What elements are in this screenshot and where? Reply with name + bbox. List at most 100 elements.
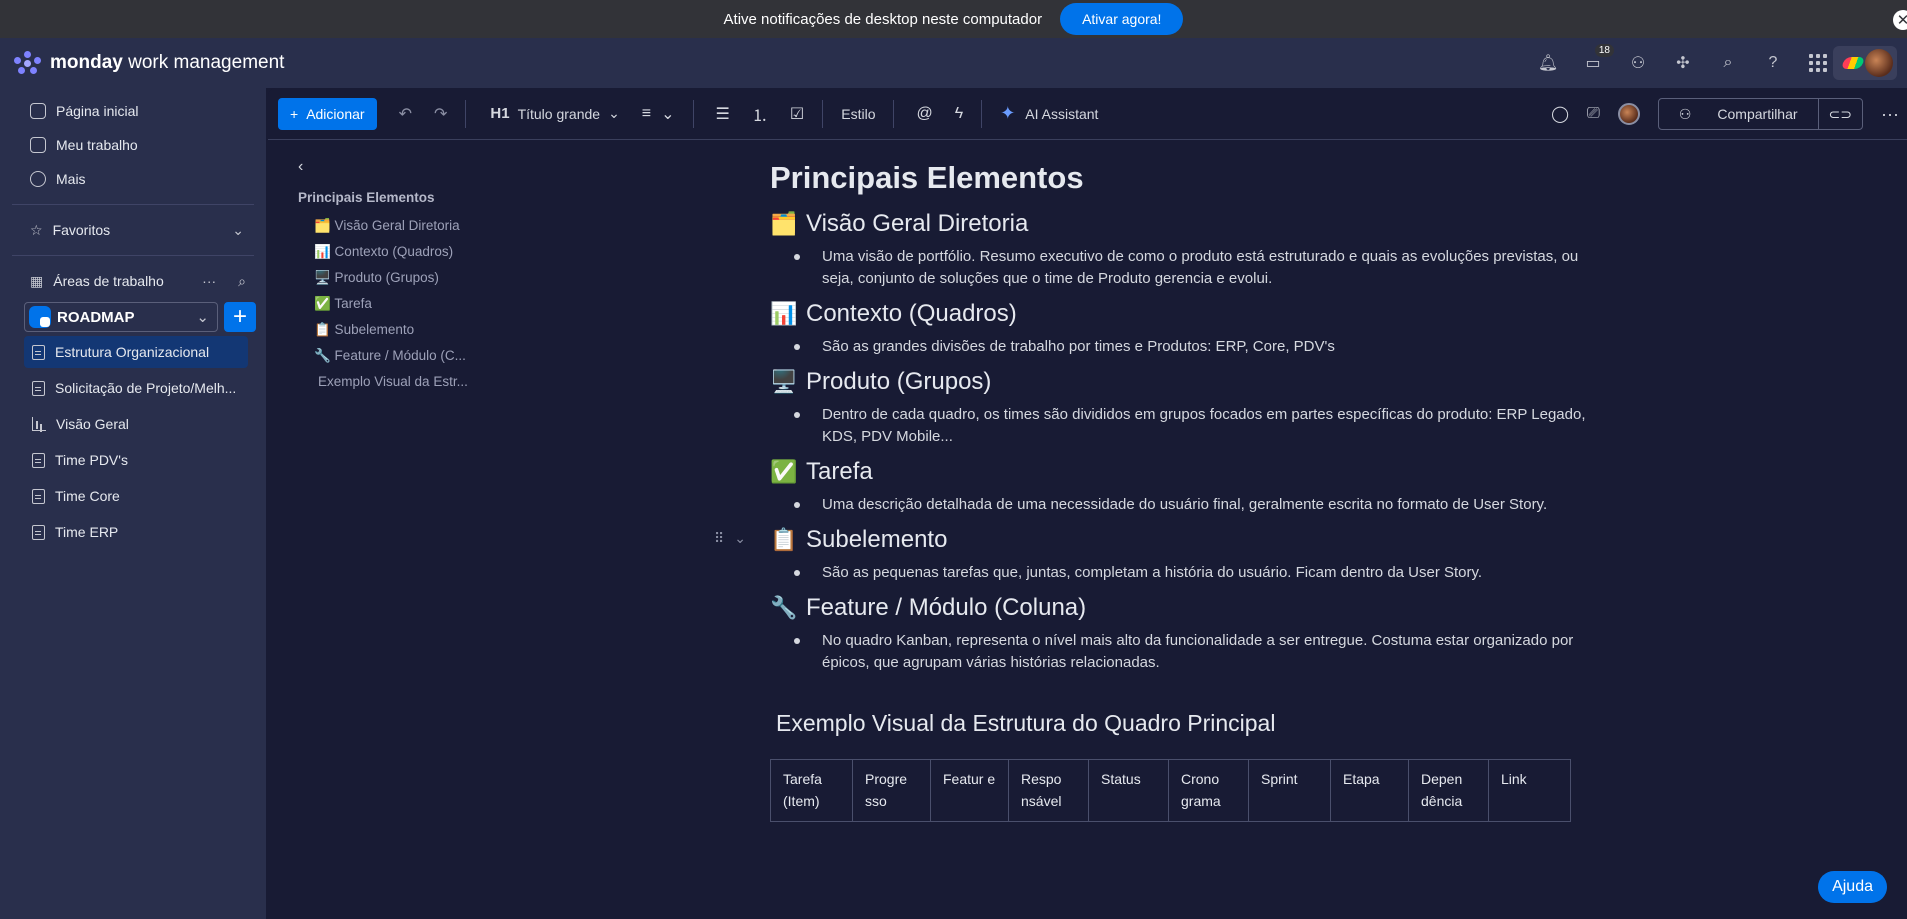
table-header-cell[interactable]: Depen dência — [1408, 759, 1489, 822]
section-heading[interactable]: 🖥️ Produto (Grupos) — [770, 364, 1630, 400]
more-options-icon[interactable]: ··· — [1881, 104, 1899, 125]
mention-icon[interactable]: @ — [916, 105, 932, 123]
help-button[interactable]: Ajuda — [1818, 871, 1887, 903]
style-button[interactable]: Estilo — [841, 106, 875, 122]
toc-item[interactable]: 🔧 Feature / Módulo (C... — [298, 343, 498, 369]
table-header-cell[interactable]: Link — [1488, 759, 1571, 822]
plus-icon: + — [290, 105, 299, 122]
list-item[interactable]: São as pequenas tarefas que, juntas, com… — [792, 562, 1592, 584]
copy-link-icon[interactable]: ⊂⊃ — [1817, 99, 1862, 129]
redo-icon[interactable]: ↷ — [434, 104, 447, 124]
example-heading[interactable]: Exemplo Visual da Estrutura do Quadro Pr… — [776, 710, 1630, 737]
close-icon[interactable]: ✕ — [1893, 10, 1907, 30]
table-header-cell[interactable]: Respo nsável — [1008, 759, 1089, 822]
board-item[interactable]: Time ERP — [24, 516, 248, 548]
toc-title[interactable]: Principais Elementos — [298, 190, 498, 205]
automation-icon[interactable]: ϟ — [955, 105, 963, 123]
avatar[interactable] — [1617, 103, 1640, 125]
logo-icon — [14, 51, 42, 75]
table-header-cell[interactable]: Progre sso — [852, 759, 931, 822]
drag-handle-icon[interactable]: ⠿⌄ — [714, 530, 756, 547]
doc-icon — [32, 344, 45, 360]
nav-more[interactable]: Mais — [0, 162, 266, 196]
search-icon[interactable]: ⌕ — [238, 273, 246, 290]
favorites-section[interactable]: ☆ Favoritos ⌄ — [0, 213, 266, 247]
add-item-button[interactable]: + — [224, 302, 256, 332]
wrench-icon: 🔧 — [770, 595, 798, 621]
list-item[interactable]: Uma descrição detalhada de uma necessida… — [792, 494, 1592, 516]
board-icon — [32, 452, 45, 468]
toc-item[interactable]: Exemplo Visual da Estr... — [298, 369, 498, 395]
comment-icon[interactable]: ◯ — [1551, 104, 1569, 124]
table-header-cell[interactable]: Tarefa (Item) — [770, 759, 853, 822]
list-item[interactable]: São as grandes divisões de trabalho por … — [792, 336, 1592, 358]
table-header-cell[interactable]: Etapa — [1330, 759, 1409, 822]
toc-item[interactable]: 📊 Contexto (Quadros) — [298, 239, 498, 265]
board-icon — [32, 488, 45, 504]
bell-icon[interactable]: 🔔︎ — [1538, 54, 1558, 72]
page-title[interactable]: Principais Elementos — [770, 160, 1630, 196]
chevron-down-icon[interactable]: ⌄ — [661, 104, 674, 124]
chevron-down-icon: ⌄ — [232, 221, 244, 238]
example-table: Tarefa (Item) Progre sso Featur e Respo … — [770, 759, 1571, 822]
undo-icon[interactable]: ↶ — [399, 104, 412, 124]
inbox-icon[interactable]: ▭ 18 — [1584, 44, 1614, 72]
table-header-cell[interactable]: Sprint — [1248, 759, 1331, 822]
chevron-left-icon[interactable]: ‹ — [298, 158, 498, 176]
monday-logo[interactable]: monday work management — [14, 51, 284, 75]
workspace-icon — [29, 306, 51, 328]
bar-chart-icon: 📊 — [770, 301, 798, 327]
avatar — [1865, 49, 1893, 77]
star-icon: ☆ — [30, 221, 43, 238]
table-header-cell[interactable]: Status — [1088, 759, 1169, 822]
monday-mini-logo — [1840, 57, 1866, 69]
top-bar: monday work management 🔔︎ ▭ 18 ⚇ ✣ ⌕ ? — [0, 38, 1907, 88]
more-options-icon[interactable]: ··· — [202, 273, 216, 289]
board-item[interactable]: Solicitação de Projeto/Melh... — [24, 372, 248, 404]
board-item[interactable]: Time Core — [24, 480, 248, 512]
help-icon[interactable]: ? — [1764, 54, 1782, 72]
workspace-selector[interactable]: ROADMAP ⌄ — [24, 302, 218, 332]
table-header-cell[interactable]: Crono grama — [1168, 759, 1249, 822]
search-icon[interactable]: ⌕ — [1719, 54, 1737, 72]
numbered-list-icon[interactable]: ⒈ — [752, 102, 768, 126]
section-heading[interactable]: 🔧 Feature / Módulo (Coluna) — [770, 590, 1630, 626]
list-item[interactable]: Uma visão de portfólio. Resumo executivo… — [792, 246, 1592, 290]
home-icon — [30, 103, 46, 119]
nav-home[interactable]: Página inicial — [0, 94, 266, 128]
list-item[interactable]: No quadro Kanban, representa o nível mai… — [792, 630, 1592, 674]
board-item[interactable]: Visão Geral — [24, 408, 248, 440]
toc-item[interactable]: ✅ Tarefa — [298, 291, 498, 317]
enable-notifications-button[interactable]: Ativar agora! — [1060, 3, 1184, 35]
clipboard-icon: 📋 — [770, 527, 798, 553]
table-header-cell[interactable]: Featur e — [930, 759, 1009, 822]
toc-item[interactable]: 📋 Subelemento — [298, 317, 498, 343]
bulleted-list-icon[interactable]: ☰ — [716, 104, 730, 124]
inbox-badge: 18 — [1594, 44, 1614, 57]
section-heading[interactable]: ⠿⌄ 📋 Subelemento — [714, 522, 1630, 558]
section-heading[interactable]: 🗂️ Visão Geral Diretoria — [770, 206, 1630, 242]
invite-user-icon[interactable]: ⚇ — [1629, 54, 1647, 72]
section-heading[interactable]: ✅ Tarefa — [770, 454, 1630, 490]
present-icon[interactable]: ⎚ — [1587, 105, 1600, 123]
app-switcher-icon[interactable] — [1809, 54, 1827, 72]
ai-assistant-button[interactable]: ✦ AI Assistant — [1000, 103, 1098, 124]
board-item[interactable]: Estrutura Organizacional — [24, 336, 248, 368]
nav-my-work[interactable]: Meu trabalho — [0, 128, 266, 162]
checklist-icon[interactable]: ☑ — [790, 104, 804, 124]
sparkle-icon: ✦ — [1000, 103, 1016, 123]
toc-item[interactable]: 🗂️ Visão Geral Diretoria — [298, 213, 498, 239]
desktop-icon: 🖥️ — [770, 369, 798, 395]
toc-item[interactable]: 🖥️ Produto (Grupos) — [298, 265, 498, 291]
board-item[interactable]: Time PDV's — [24, 444, 248, 476]
add-button[interactable]: + Adicionar — [278, 97, 377, 130]
section-heading[interactable]: 📊 Contexto (Quadros) — [770, 296, 1630, 332]
align-left-icon[interactable]: ≡ — [642, 105, 651, 123]
apps-puzzle-icon[interactable]: ✣ — [1674, 54, 1692, 72]
heading-dropdown[interactable]: H1 Título grande ⌄ — [490, 105, 619, 122]
list-item[interactable]: Dentro de cada quadro, os times são divi… — [792, 404, 1592, 448]
heading-icon: H1 — [490, 105, 510, 122]
brand-name: monday work management — [50, 52, 285, 73]
account-menu[interactable] — [1833, 46, 1897, 80]
share-button[interactable]: ⚇ Compartilhar ⊂⊃ — [1657, 98, 1864, 130]
